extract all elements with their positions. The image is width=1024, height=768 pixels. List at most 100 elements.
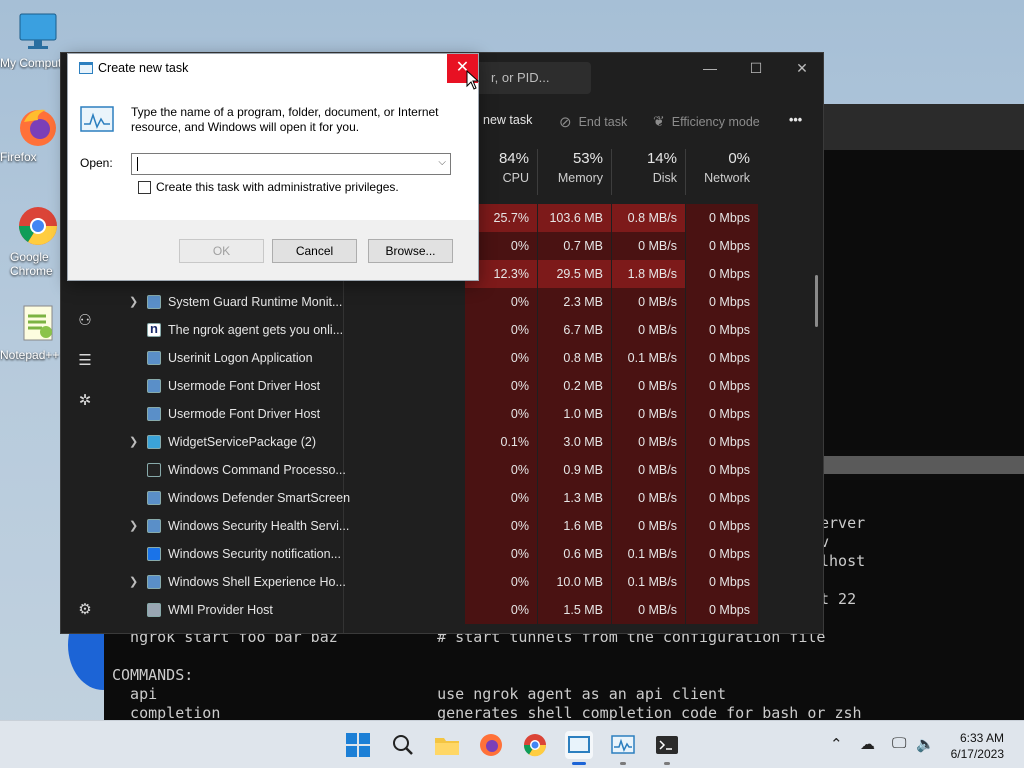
- network-icon[interactable]: 🖵: [892, 735, 906, 752]
- app-process-icon: [147, 575, 161, 589]
- column-header-disk[interactable]: 14% Disk: [612, 149, 685, 195]
- firefox-taskbar-icon[interactable]: [477, 731, 505, 759]
- volume-icon[interactable]: 🔈: [916, 735, 935, 753]
- chevron-down-icon[interactable]: ⌵: [438, 157, 446, 168]
- cpu-cell: 0%: [465, 540, 537, 568]
- chrome-taskbar-icon[interactable]: [521, 731, 549, 759]
- network-cell: 0 Mbps: [686, 316, 758, 344]
- cpu-cell: 0%: [465, 596, 537, 624]
- terminal-line: erver: [820, 514, 866, 532]
- task-manager-app-icon: [80, 106, 114, 132]
- cmd-process-icon: [147, 463, 161, 477]
- process-row[interactable]: Windows Defender SmartScreen 0% 1.3 MB 0 MB…: [61, 484, 823, 512]
- chevron-right-icon[interactable]: ❯: [129, 512, 138, 540]
- new-task-label: new task: [483, 113, 533, 127]
- ok-button[interactable]: OK: [179, 239, 264, 263]
- memory-cell: 0.2 MB: [538, 372, 611, 400]
- chevron-right-icon[interactable]: ❯: [129, 568, 138, 596]
- disk-cell: 0 MB/s: [612, 484, 685, 512]
- cloud-offline-icon[interactable]: ☁: [860, 735, 875, 753]
- cpu-cell: 0%: [465, 344, 537, 372]
- open-combobox[interactable]: ⌵: [131, 153, 451, 175]
- efficiency-mode-button[interactable]: ❦ Efficiency mode: [653, 113, 760, 130]
- memory-cell: 3.0 MB: [538, 428, 611, 456]
- process-row[interactable]: ❯ WidgetServicePackage (2) 0.1% 3.0 MB 0 MB/…: [61, 428, 823, 456]
- terminal-line: api use ngrok agent as an api client: [112, 685, 727, 703]
- create-new-task-dialog[interactable]: Create new task ✕ Type the name of a pro…: [67, 53, 479, 281]
- file-explorer-icon[interactable]: [433, 731, 461, 759]
- process-name: Windows Security Health Servi...: [168, 519, 350, 533]
- disk-cell: 0 MB/s: [612, 232, 685, 260]
- clock-date: 6/17/2023: [950, 747, 1004, 761]
- search-icon[interactable]: [389, 731, 417, 759]
- process-row[interactable]: Usermode Font Driver Host 0% 1.0 MB 0 MB/s 0…: [61, 400, 823, 428]
- app-process-icon: [147, 379, 161, 393]
- process-row[interactable]: n The ngrok agent gets you onli... 0% 6.7 M…: [61, 316, 823, 344]
- network-cell: 0 Mbps: [686, 540, 758, 568]
- windows-logo-icon: [346, 733, 370, 757]
- column-header-memory[interactable]: 53% Memory: [538, 149, 611, 195]
- checkbox-box[interactable]: [138, 180, 151, 194]
- network-cell: 0 Mbps: [686, 232, 758, 260]
- network-cell: 0 Mbps: [686, 456, 758, 484]
- taskbar: ⌃ ☁ 🖵 🔈 6:33 AM 6/17/2023: [0, 720, 1024, 768]
- disk-cell: 0.1 MB/s: [612, 568, 685, 596]
- network-label: Network: [704, 171, 750, 185]
- chevron-right-icon[interactable]: ❯: [129, 288, 138, 316]
- process-row[interactable]: Windows Security notification... 0% 0.6 MB…: [61, 540, 823, 568]
- memory-cell: 1.6 MB: [538, 512, 611, 540]
- process-row[interactable]: ❯ Windows Shell Experience Ho... 0% 10.0 MB…: [61, 568, 823, 596]
- process-row[interactable]: WMI Provider Host 0% 1.5 MB 0 MB/s 0 Mbps: [61, 596, 823, 624]
- dialog-title: Create new task: [98, 61, 189, 75]
- clock[interactable]: 6:33 AM 6/17/2023: [951, 730, 1004, 762]
- memory-cell: 0.9 MB: [538, 456, 611, 484]
- browse-button[interactable]: Browse...: [368, 239, 453, 263]
- process-row[interactable]: ❯ Windows Security Health Servi... 0% 1.6 M…: [61, 512, 823, 540]
- run-dialog-taskbar-icon[interactable]: [565, 731, 593, 765]
- process-row[interactable]: ❯ System Guard Runtime Monit... 0% 2.3 MB 0 …: [61, 288, 823, 316]
- terminal-taskbar-icon[interactable]: [653, 731, 681, 765]
- wmi-process-icon: [147, 603, 161, 617]
- disk-cell: 0 MB/s: [612, 512, 685, 540]
- disk-cell: 0.1 MB/s: [612, 540, 685, 568]
- memory-cell: 29.5 MB: [538, 260, 611, 288]
- monitor-icon: [16, 10, 60, 54]
- terminal-line: t 22: [820, 590, 857, 608]
- process-name: Windows Command Processo...: [168, 463, 346, 477]
- admin-privileges-checkbox[interactable]: Create this task with administrative pri…: [138, 180, 399, 194]
- process-name: Windows Shell Experience Ho...: [168, 575, 346, 589]
- process-row[interactable]: Windows Command Processo... 0% 0.9 MB 0 MB/…: [61, 456, 823, 484]
- clock-time: 6:33 AM: [959, 731, 1004, 745]
- task-manager-taskbar-icon[interactable]: [609, 731, 637, 765]
- app-process-icon: [147, 407, 161, 421]
- maximize-button[interactable]: ☐: [733, 53, 779, 83]
- chevron-right-icon[interactable]: ❯: [129, 428, 138, 456]
- more-options-button[interactable]: •••: [789, 113, 802, 127]
- process-row[interactable]: Usermode Font Driver Host 0% 0.2 MB 0 MB/s 0…: [61, 372, 823, 400]
- new-task-button[interactable]: new task: [483, 113, 532, 127]
- network-cell: 0 Mbps: [686, 568, 758, 596]
- open-label: Open:: [80, 156, 113, 170]
- close-button[interactable]: ✕: [779, 53, 825, 83]
- process-name: The ngrok agent gets you onli...: [168, 323, 344, 337]
- process-list-scrollbar[interactable]: [815, 275, 818, 327]
- start-button[interactable]: [344, 731, 372, 759]
- network-cell: 0 Mbps: [686, 260, 758, 288]
- end-task-button[interactable]: ⊘ End task: [559, 113, 627, 131]
- terminal-scrollbar[interactable]: [824, 456, 1024, 474]
- disk-cell: 0 MB/s: [612, 372, 685, 400]
- disk-total: 14%: [646, 150, 677, 167]
- network-cell: 0 Mbps: [686, 512, 758, 540]
- memory-cell: 1.3 MB: [538, 484, 611, 512]
- desktop-icon-label: My Computer: [0, 56, 66, 70]
- minimize-button[interactable]: —: [687, 53, 733, 83]
- memory-cell: 6.7 MB: [538, 316, 611, 344]
- search-input[interactable]: r, or PID...: [467, 62, 591, 94]
- column-header-network[interactable]: 0% Network: [686, 149, 758, 195]
- efficiency-mode-label: Efficiency mode: [671, 114, 760, 129]
- cpu-cell: 0%: [465, 568, 537, 596]
- cancel-button[interactable]: Cancel: [272, 239, 357, 263]
- disk-cell: 0 MB/s: [612, 596, 685, 624]
- process-row[interactable]: Userinit Logon Application 0% 0.8 MB 0.1 MB…: [61, 344, 823, 372]
- chevron-up-icon[interactable]: ⌃: [830, 735, 843, 753]
